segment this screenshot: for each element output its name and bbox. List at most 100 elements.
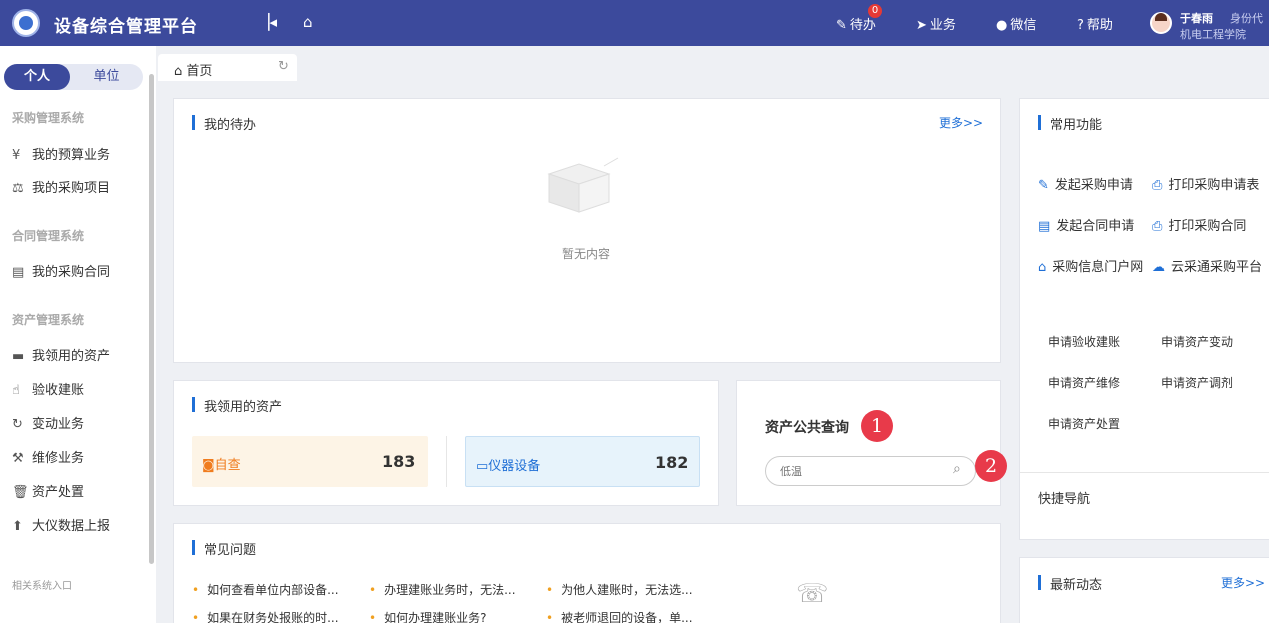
print-procurement-form-link[interactable]: ⎙ 打印采购申请表 [1152,174,1259,193]
tab-home[interactable]: ⌂ 首页 ↻ [158,54,297,81]
news-title: 最新动态 [1038,574,1102,593]
scale-icon: ⚖ [12,181,24,196]
faq-title: 常见问题 [192,539,256,558]
scope-toggle: 个人 单位 [4,64,143,90]
top-bar: 设备综合管理平台 ▕◂ ⌂ ✎ 待办 0 ➤ 业务 ● 微信 ? 帮助 于春雨 身份代 … [0,0,1269,46]
apply-asset-repair-link[interactable]: 申请资产维修 [1048,374,1120,391]
sidebar-item-contracts[interactable]: ▤ 我的采购合同 [12,261,110,280]
printer-icon: ⎙ [1152,219,1163,234]
section-contract: 合同管理系统 [12,229,85,243]
user-avatar[interactable] [1150,12,1172,34]
logo-icon [12,9,40,37]
sidebar-item-acceptance[interactable]: ☝ 验收建账 [12,379,84,398]
nav-business[interactable]: ➤ 业务 [916,14,956,33]
assets-title: 我领用的资产 [192,396,282,415]
todo-title: 我的待办 [192,114,256,133]
user-name[interactable]: 于春雨 [1180,10,1213,26]
sidebar-item-report[interactable]: ⬆ 大仪数据上报 [12,515,110,534]
refresh-icon[interactable]: ↻ [278,59,289,74]
nav-todo[interactable]: ✎ 待办 [836,14,876,33]
sidebar-item-disposal[interactable]: 🗑 资产处置 [12,481,84,500]
todo-more-link[interactable]: 更多>> [939,114,983,131]
upload-icon: ⬆ [12,519,23,534]
sidebar-item-my-assets[interactable]: ▬ 我领用的资产 [12,345,110,364]
faq-item[interactable]: 办理建账业务时，无法... [369,581,515,598]
sidebar-scrollbar[interactable] [149,74,154,564]
news-card: 最新动态 更多>> [1019,557,1269,623]
collapse-left-icon[interactable]: ▕◂ [258,13,277,31]
home-icon: ⌂ [1038,260,1047,275]
faq-item[interactable]: 如何办理建账业务? [369,609,486,623]
apply-asset-disposal-link[interactable]: 申请资产处置 [1048,415,1120,432]
divider [1020,472,1269,473]
news-more-link[interactable]: 更多>> [1221,574,1265,591]
nav-wechat[interactable]: ● 微信 [996,14,1036,33]
monitor-icon: ▭ [476,459,489,474]
apply-asset-transfer-link[interactable]: 申请资产调剂 [1161,374,1233,391]
todo-card: 我的待办 更多>> 暂无内容 [173,98,1001,363]
todo-badge: 0 [868,4,882,18]
start-contract-link[interactable]: ▤ 发起合同申请 [1038,215,1134,234]
empty-text: 暂无内容 [562,247,611,261]
cloud-icon: ☁ [1152,260,1165,275]
sidebar-item-budget[interactable]: ¥ 我的预算业务 [12,144,110,163]
sidebar-item-changes[interactable]: ↻ 变动业务 [12,413,84,432]
start-procurement-link[interactable]: ✎ 发起采购申请 [1038,174,1133,193]
quick-nav-title: 快捷导航 [1038,492,1091,507]
phone-icon: ☏ [796,579,829,609]
asset-query-card: 资产公共查询 ⌕ 1 2 [736,380,1007,506]
empty-box-icon [547,157,619,213]
faq-card: 常见问题 如何查看单位内部设备... 办理建账业务时，无法... 为他人建账时，… [173,523,1001,623]
apply-asset-change-link[interactable]: 申请资产变动 [1161,333,1233,350]
cloud-procurement-link[interactable]: ☁ 云采通采购平台 [1152,256,1262,275]
sidebar-item-procurement-projects[interactable]: ⚖ 我的采购项目 [12,177,110,196]
marker-1: 1 [861,410,893,442]
self-check-icon: ◙ [202,458,215,473]
marker-2: 2 [975,450,1007,482]
stat-instruments[interactable]: ▭仪器设备 182 [465,436,700,487]
help-icon: ? [1077,18,1084,33]
edit-icon: ✎ [836,18,847,33]
toggle-unit[interactable]: 单位 [70,64,143,90]
home-icon: ⌂ [174,64,183,79]
sidebar: 个人 单位 采购管理系统 ¥ 我的预算业务 ⚖ 我的采购项目 合同管理系统 ▤ 我的采… [0,46,156,623]
search-icon[interactable]: ⌕ [953,461,961,477]
common-functions-card: 常用功能 ✎ 发起采购申请 ⎙ 打印采购申请表 ▤ 发起合同申请 ⎙ 打印采购合同 ⌂ 采… [1019,98,1269,540]
user-dept: 机电工程学院 [1180,28,1246,41]
toggle-personal[interactable]: 个人 [4,64,70,90]
asset-search-input[interactable] [765,456,976,486]
wrench-icon: ⚒ [12,451,24,466]
stat-self-check[interactable]: ◙自查 183 [192,436,428,487]
user-role[interactable]: 身份代 [1230,10,1263,26]
printer-icon: ⎙ [1152,178,1163,193]
assets-card: 我领用的资产 ◙自查 183 ▭仪器设备 182 [173,380,719,506]
laptop-icon: ▬ [12,349,25,364]
tab-bar: ⌂ 首页 ↻ [156,46,1269,81]
sidebar-item-repair[interactable]: ⚒ 维修业务 [12,447,84,466]
refresh-icon: ↻ [12,417,23,432]
related-systems[interactable]: 相关系统入口 [12,577,72,592]
faq-item[interactable]: 被老师退回的设备，单... [546,609,692,623]
instruments-count: 182 [655,453,689,472]
apply-acceptance-link[interactable]: 申请验收建账 [1048,333,1120,350]
yen-icon: ¥ [12,148,21,163]
print-contract-link[interactable]: ⎙ 打印采购合同 [1152,215,1246,234]
section-procurement: 采购管理系统 [12,111,85,125]
faq-item[interactable]: 为他人建账时，无法选... [546,581,692,598]
nav-help[interactable]: ? 帮助 [1077,14,1113,33]
pencil-icon: ✎ [1038,178,1049,193]
section-assets: 资产管理系统 [12,313,85,327]
procurement-portal-link[interactable]: ⌂ 采购信息门户网 [1038,256,1143,275]
common-functions-title: 常用功能 [1038,114,1102,133]
faq-item[interactable]: 如果在财务处报账的时... [192,609,338,623]
stat-divider [446,436,447,487]
self-check-count: 183 [382,452,416,471]
wechat-icon: ● [996,18,1008,33]
trash-icon: 🗑 [12,485,29,500]
contract-icon: ▤ [12,265,25,280]
home-icon[interactable]: ⌂ [303,13,313,31]
app-title: 设备综合管理平台 [54,17,198,37]
paper-plane-icon: ➤ [916,18,927,33]
faq-item[interactable]: 如何查看单位内部设备... [192,581,338,598]
thumbs-up-icon: ☝ [12,383,20,398]
